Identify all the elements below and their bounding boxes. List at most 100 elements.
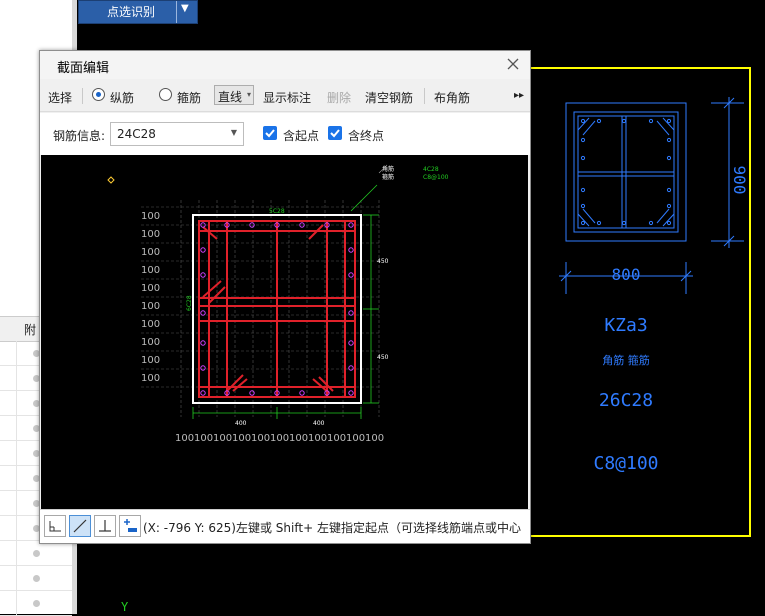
grid-left-label: 100 bbox=[141, 247, 160, 258]
stirrup-radio[interactable] bbox=[159, 88, 172, 101]
table-row[interactable] bbox=[0, 541, 72, 566]
perpendicular-button[interactable] bbox=[94, 515, 116, 537]
cad-drawing-area[interactable]: 900 800 KZa3 角筋 箍筋 26C28 C8@100 bbox=[529, 0, 765, 614]
rebar-point[interactable] bbox=[348, 247, 354, 253]
cad-stirrup-spec: C8@100 bbox=[593, 453, 658, 474]
snap-endpoint-button[interactable] bbox=[44, 515, 66, 537]
check-icon bbox=[265, 129, 275, 138]
grid-left-label: 100 bbox=[141, 319, 160, 330]
rebar-info-label: 钢筋信息: bbox=[53, 129, 106, 143]
chevron-down-icon: ▾ bbox=[246, 90, 251, 99]
grid-left-label: 100 bbox=[141, 229, 160, 240]
include-start-checkbox[interactable] bbox=[263, 126, 277, 140]
row-indicator-icon bbox=[33, 600, 40, 607]
row-indicator-icon bbox=[33, 575, 40, 582]
legend-corner-label: 角筋 bbox=[382, 165, 394, 173]
grid-bottom-label: 100 bbox=[213, 433, 232, 444]
include-end-checkbox[interactable] bbox=[328, 126, 342, 140]
rebar-point[interactable] bbox=[249, 390, 255, 396]
rebar-point[interactable] bbox=[200, 310, 206, 316]
section-edit-dialog: 截面编辑 选择 纵筋 箍筋 直线 ▾ 显示标注 删除 清空钢筋 布角筋 ▸▸ 钢… bbox=[39, 50, 531, 544]
legend-corner-value: 4C28 bbox=[423, 166, 439, 173]
check-icon bbox=[330, 129, 340, 138]
show-annotation-button[interactable]: 显示标注 bbox=[263, 89, 311, 106]
rebar-point[interactable] bbox=[200, 272, 206, 278]
dialog-titlebar[interactable]: 截面编辑 bbox=[40, 51, 530, 79]
dialog-toolbar: 选择 纵筋 箍筋 直线 ▾ 显示标注 删除 清空钢筋 布角筋 ▸▸ bbox=[40, 81, 530, 112]
grid-bottom-label: 100 bbox=[346, 433, 365, 444]
dialog-title: 截面编辑 bbox=[57, 61, 110, 76]
stirrup-radio-label[interactable]: 箍筋 bbox=[177, 89, 201, 106]
include-end-label[interactable]: 含终点 bbox=[348, 127, 384, 144]
stirrup-lines bbox=[198, 220, 356, 398]
cad-dim-width: 800 bbox=[612, 265, 641, 284]
rebar-point[interactable] bbox=[299, 390, 305, 396]
grid-bottom-label: 100 bbox=[289, 433, 308, 444]
grid-bottom-label: 100 bbox=[251, 433, 270, 444]
cad-column-name: KZa3 bbox=[604, 315, 647, 336]
grid-left-label: 100 bbox=[141, 373, 160, 384]
table-row[interactable] bbox=[0, 566, 72, 591]
status-bar: (X: -796 Y: 625)左键或 Shift+ 左键指定起点（可选择线筋端… bbox=[40, 509, 530, 543]
rebar-info-row: 钢筋信息: 24C28 ▼ 含起点 含终点 bbox=[40, 113, 530, 155]
cad-dim-height: 900 bbox=[730, 166, 749, 195]
clear-rebar-button[interactable]: 清空钢筋 bbox=[365, 89, 413, 106]
grid-bottom-label: 100 bbox=[175, 433, 194, 444]
line-mode-value: 直线 bbox=[218, 90, 243, 104]
grid-left-labels: 100 100 100 100 100 100 100 100 100 100 bbox=[141, 211, 160, 384]
rebar-info-combo[interactable]: 24C28 ▼ bbox=[110, 122, 244, 146]
toolbar-more-icon[interactable]: ▸▸ bbox=[514, 90, 524, 101]
chevron-down-icon: ▼ bbox=[230, 128, 237, 137]
grid-bottom-labels: 100 100 100 100 100 100 100 100 100 100 100 bbox=[175, 433, 384, 444]
row-indicator-icon bbox=[33, 550, 40, 557]
diagonal-line-icon bbox=[73, 519, 87, 533]
grid-bottom-label: 100 bbox=[194, 433, 213, 444]
point-select-recognize-label: 点选识别 bbox=[107, 5, 156, 19]
bottom-dim-left: 400 bbox=[235, 420, 247, 427]
longitudinal-radio[interactable] bbox=[92, 88, 105, 101]
delete-button[interactable]: 删除 bbox=[327, 89, 351, 106]
cad-column-section bbox=[565, 102, 687, 242]
origin-marker-icon bbox=[107, 176, 115, 184]
status-coordinate-text: (X: -796 Y: 625)左键或 Shift+ 左键指定起点（可选择线筋端… bbox=[143, 521, 521, 535]
add-point-button[interactable] bbox=[119, 515, 141, 537]
select-tool-button[interactable]: 选择 bbox=[48, 89, 72, 106]
line-mode-dropdown[interactable]: 直线 ▾ bbox=[214, 85, 254, 105]
rebar-point[interactable] bbox=[348, 310, 354, 316]
column-header-label: 附 bbox=[24, 323, 37, 337]
draw-line-button[interactable] bbox=[69, 515, 91, 537]
right-dim-top: 450 bbox=[377, 258, 389, 265]
left-side-rebar-label: 6C28 bbox=[186, 295, 193, 311]
legend-stirrup-value: C8@100 bbox=[423, 174, 449, 181]
grid-left-label: 100 bbox=[141, 211, 160, 222]
rebar-point[interactable] bbox=[348, 340, 354, 346]
point-select-recognize-button[interactable]: 点选识别 ▼ bbox=[78, 0, 198, 24]
include-start-label[interactable]: 含起点 bbox=[283, 127, 319, 144]
add-point-icon bbox=[124, 519, 137, 532]
cad-axis-y-label: Y bbox=[121, 600, 129, 614]
table-row[interactable] bbox=[0, 591, 72, 616]
grid-bottom-label: 100 bbox=[327, 433, 346, 444]
bottom-dim-right: 400 bbox=[313, 420, 325, 427]
rebar-point[interactable] bbox=[348, 272, 354, 278]
rebar-point[interactable] bbox=[348, 365, 354, 371]
section-canvas[interactable]: 100100100100100100100100100100 100 100 100… bbox=[41, 155, 528, 509]
rebar-point[interactable] bbox=[200, 340, 206, 346]
right-dim-bottom: 450 bbox=[377, 354, 389, 361]
grid-left-label: 100 bbox=[141, 337, 160, 348]
rebar-point[interactable] bbox=[348, 390, 354, 396]
rebar-point[interactable] bbox=[200, 365, 206, 371]
rebar-info-value: 24C28 bbox=[117, 127, 156, 141]
longitudinal-radio-label[interactable]: 纵筋 bbox=[110, 89, 134, 106]
angle-snap-icon bbox=[49, 521, 61, 532]
rebar-point[interactable] bbox=[200, 247, 206, 253]
corner-rebar-button[interactable]: 布角筋 bbox=[434, 89, 470, 106]
grid-left-label: 100 bbox=[141, 301, 160, 312]
grid-bottom-label: 100 bbox=[232, 433, 251, 444]
grid-bottom-label: 100 bbox=[365, 433, 384, 444]
rebar-point[interactable] bbox=[200, 390, 206, 396]
close-icon[interactable] bbox=[504, 55, 522, 73]
cad-note: 角筋 箍筋 bbox=[602, 353, 650, 367]
grid-bottom-label: 100 bbox=[270, 433, 289, 444]
dropdown-arrow-icon[interactable]: ▼ bbox=[181, 3, 189, 14]
